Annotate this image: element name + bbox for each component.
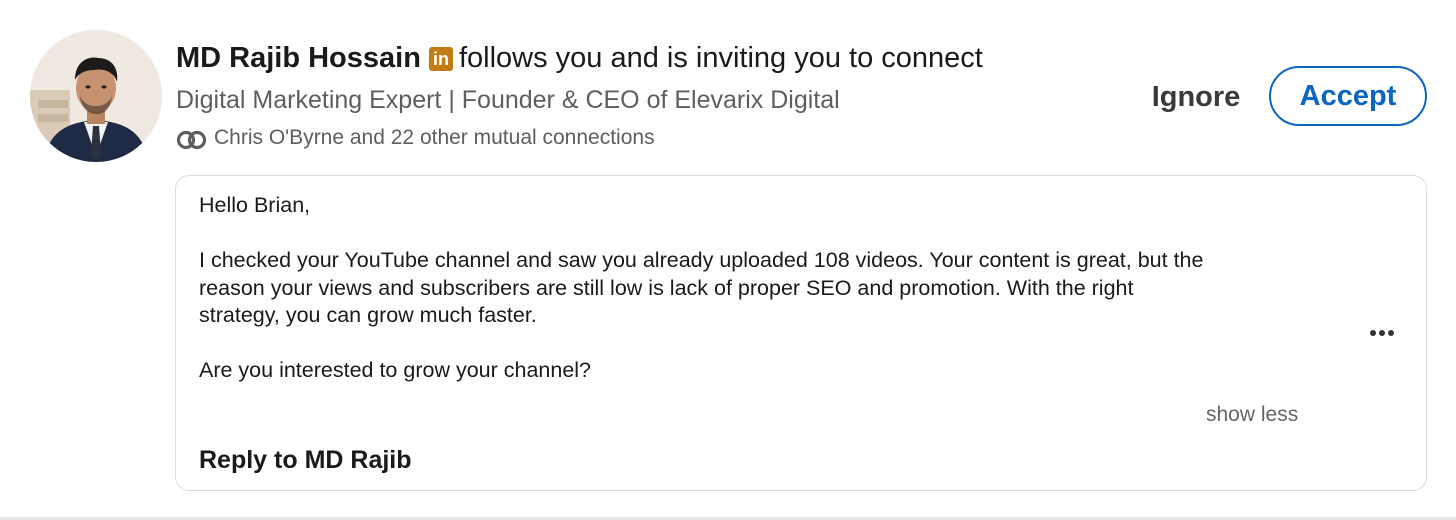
accept-button[interactable]: Accept xyxy=(1269,66,1427,126)
avatar[interactable] xyxy=(30,30,162,162)
invitation-headline: MD Rajib Hossain in follows you and is inv… xyxy=(176,38,983,78)
message-body: I checked your YouTube channel and saw y… xyxy=(199,248,1204,327)
show-less-link[interactable]: show less xyxy=(1206,402,1298,428)
message-box: Hello Brian, I checked your YouTube chan… xyxy=(175,175,1427,491)
sender-headline: Digital Marketing Expert | Founder & CEO… xyxy=(176,86,840,114)
message-question: Are you interested to grow your channel? xyxy=(199,358,592,382)
mutual-connections[interactable]: Chris O'Byrne and 22 other mutual connec… xyxy=(176,122,655,154)
mutual-connections-icon xyxy=(176,128,208,150)
message-text: Hello Brian, I checked your YouTube chan… xyxy=(199,192,1309,385)
invitation-card: MD Rajib Hossain in follows you and is inv… xyxy=(0,0,1456,520)
invitation-action-text: follows you and is inviting you to conne… xyxy=(458,42,983,74)
linkedin-premium-icon: in xyxy=(428,47,453,71)
sender-name[interactable]: MD Rajib Hossain xyxy=(176,42,421,74)
ignore-button[interactable]: Ignore xyxy=(1136,72,1256,122)
reply-button[interactable]: Reply to MD Rajib xyxy=(199,444,412,476)
avatar-photo xyxy=(30,30,162,162)
message-greeting: Hello Brian, xyxy=(199,193,311,217)
more-options-icon[interactable] xyxy=(1362,320,1402,344)
mutual-connections-text: Chris O'Byrne and 22 other mutual connec… xyxy=(214,126,655,149)
